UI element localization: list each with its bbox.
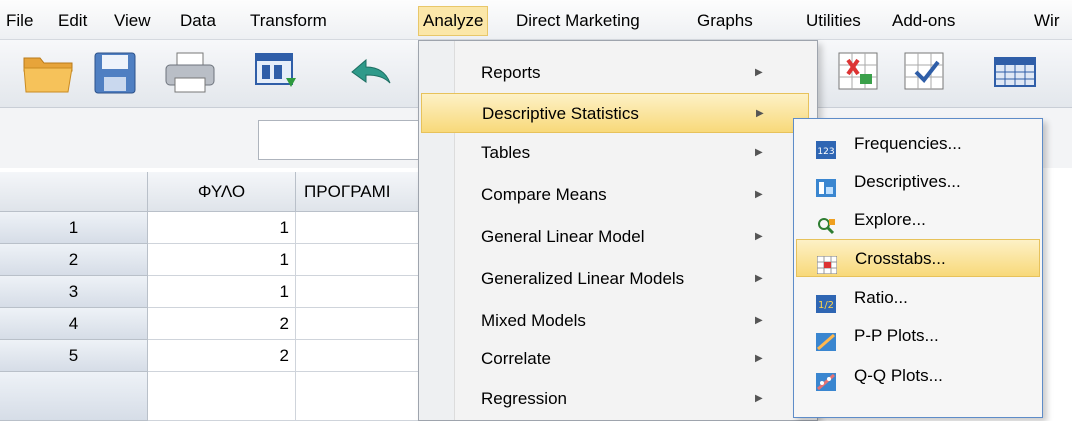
submenu-item-label: Frequencies... <box>854 134 962 153</box>
menu-item-regression[interactable]: Regression ▶ <box>421 379 809 419</box>
menu-item-correlate[interactable]: Correlate ▶ <box>421 339 809 379</box>
submenu-arrow-icon: ▶ <box>755 315 763 326</box>
column-header-fylo[interactable]: ΦΥΛΟ <box>148 172 296 212</box>
submenu-item-crosstabs[interactable]: Crosstabs... <box>796 239 1040 277</box>
ratio-icon: 1/2 <box>816 289 836 313</box>
menu-graphs[interactable]: Graphs <box>693 8 757 34</box>
menu-edit[interactable]: Edit <box>54 8 91 34</box>
submenu-item-ratio[interactable]: 1/2 Ratio... <box>796 279 1040 317</box>
row-header[interactable]: 3 <box>0 276 148 308</box>
select-cases-icon[interactable] <box>902 50 948 99</box>
qq-plots-icon <box>816 367 836 391</box>
descriptives-icon <box>816 173 836 197</box>
menu-analyze[interactable]: Analyze <box>418 6 489 36</box>
grid-cell[interactable]: 1 <box>148 244 296 276</box>
submenu-item-label: Q-Q Plots... <box>854 366 943 385</box>
undo-icon[interactable] <box>344 50 398 101</box>
save-icon[interactable] <box>92 50 140 101</box>
row-header[interactable]: 1 <box>0 212 148 244</box>
submenu-item-label: Ratio... <box>854 288 908 307</box>
submenu-arrow-icon: ▶ <box>756 108 764 119</box>
data-grid: ΦΥΛΟ ΠΡΟΓΡΑΜΙ 1 1 2 1 3 1 4 2 5 2 <box>0 172 446 421</box>
menu-item-label: Generalized Linear Models <box>481 269 685 288</box>
analyze-menu: Reports ▶ Descriptive Statistics ▶ Table… <box>418 40 818 421</box>
menu-file[interactable]: File <box>2 8 37 34</box>
grid-cell[interactable]: 1 <box>148 276 296 308</box>
row-header[interactable]: 4 <box>0 308 148 340</box>
menu-item-tables[interactable]: Tables ▶ <box>421 133 809 173</box>
menu-data[interactable]: Data <box>176 8 220 34</box>
grid-cell-partial[interactable] <box>148 372 296 421</box>
svg-text:1/2: 1/2 <box>818 300 834 311</box>
corner-header <box>0 172 148 212</box>
dialog-recall-icon[interactable] <box>250 50 304 101</box>
frequencies-icon: 123 <box>816 135 836 159</box>
submenu-item-label: Explore... <box>854 210 926 229</box>
submenu-item-pp-plots[interactable]: P-P Plots... <box>796 317 1040 355</box>
menu-item-general-linear-model[interactable]: General Linear Model ▶ <box>421 217 809 257</box>
submenu-item-label: P-P Plots... <box>854 326 939 345</box>
grid-cell[interactable]: 2 <box>148 308 296 340</box>
menu-item-label: Compare Means <box>481 185 607 204</box>
menu-item-label: Regression <box>481 389 567 408</box>
row-header[interactable]: 2 <box>0 244 148 276</box>
submenu-arrow-icon: ▶ <box>755 189 763 200</box>
menu-item-compare-means[interactable]: Compare Means ▶ <box>421 175 809 215</box>
menu-view[interactable]: View <box>110 8 155 34</box>
submenu-item-frequencies[interactable]: 123 Frequencies... <box>796 125 1040 163</box>
menu-item-mixed-models[interactable]: Mixed Models ▶ <box>421 301 809 341</box>
menu-add-ons[interactable]: Add-ons <box>888 8 959 34</box>
submenu-arrow-icon: ▶ <box>755 273 763 284</box>
value-labels-icon[interactable] <box>992 50 1038 99</box>
menu-window[interactable]: Wir <box>1030 8 1063 34</box>
row-header-partial[interactable] <box>0 372 148 421</box>
menu-item-descriptive-statistics[interactable]: Descriptive Statistics ▶ <box>421 93 809 133</box>
menu-utilities[interactable]: Utilities <box>802 8 865 34</box>
grid-cell[interactable]: 1 <box>148 212 296 244</box>
descriptive-statistics-submenu: 123 Frequencies... Descriptives... Explo… <box>793 118 1043 418</box>
menu-item-label: Descriptive Statistics <box>482 104 639 123</box>
submenu-arrow-icon: ▶ <box>755 147 763 158</box>
row-header[interactable]: 5 <box>0 340 148 372</box>
menu-item-label: Tables <box>481 143 531 162</box>
print-icon[interactable] <box>163 50 217 101</box>
menu-item-label: Correlate <box>481 349 551 368</box>
submenu-item-qq-plots[interactable]: Q-Q Plots... <box>796 357 1040 395</box>
pp-plots-icon <box>816 327 836 351</box>
submenu-item-label: Descriptives... <box>854 172 961 191</box>
open-folder-icon[interactable] <box>22 50 76 101</box>
svg-text:123: 123 <box>817 147 834 157</box>
submenu-arrow-icon: ▶ <box>755 393 763 404</box>
menu-item-generalized-linear-models[interactable]: Generalized Linear Models ▶ <box>421 259 809 299</box>
menu-transform[interactable]: Transform <box>246 8 331 34</box>
menu-item-label: Reports <box>481 63 541 82</box>
submenu-item-label: Crosstabs... <box>855 249 946 268</box>
menu-item-reports[interactable]: Reports ▶ <box>421 53 809 93</box>
crosstabs-icon <box>816 250 838 275</box>
explore-icon <box>816 211 836 235</box>
grid-cell[interactable]: 2 <box>148 340 296 372</box>
submenu-arrow-icon: ▶ <box>755 67 763 78</box>
menu-direct-marketing[interactable]: Direct Marketing <box>512 8 644 34</box>
submenu-arrow-icon: ▶ <box>755 231 763 242</box>
submenu-item-descriptives[interactable]: Descriptives... <box>796 163 1040 201</box>
menu-item-label: Mixed Models <box>481 311 586 330</box>
submenu-item-explore[interactable]: Explore... <box>796 201 1040 239</box>
menu-item-label: General Linear Model <box>481 227 645 246</box>
menu-bar: File Edit View Data Transform Analyze Di… <box>0 0 1072 40</box>
insert-cases-icon[interactable] <box>836 50 882 99</box>
submenu-arrow-icon: ▶ <box>755 353 763 364</box>
